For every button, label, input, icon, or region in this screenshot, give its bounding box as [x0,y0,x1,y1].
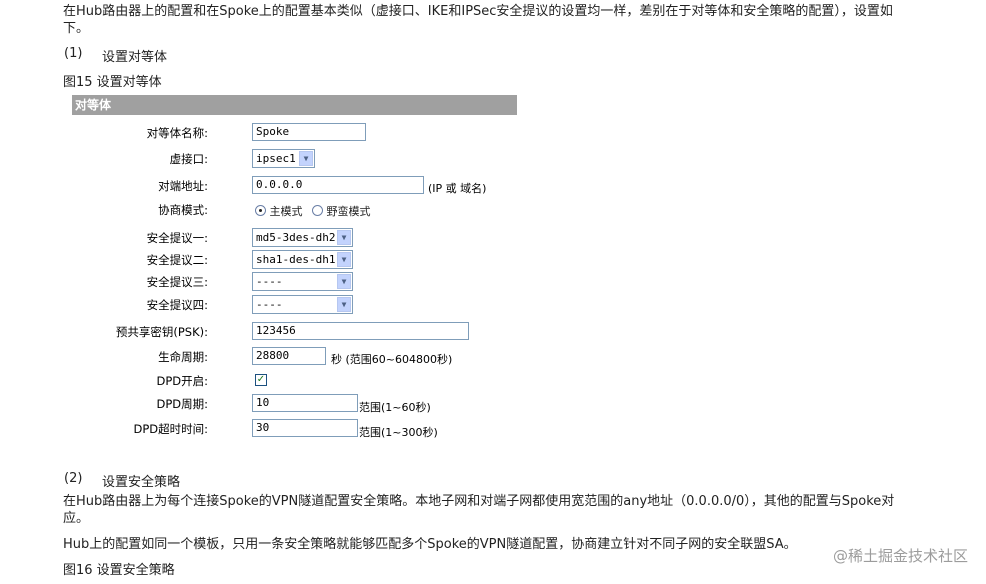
proposal-1-value: md5-3des-dh2 [256,231,336,244]
psk-input[interactable]: 123456 [252,322,469,340]
mode-main-label: 主模式 [269,205,303,218]
intro-line-1: 在Hub路由器上的配置和在Spoke上的配置基本类似（虚接口、IKE和IPSec… [63,4,893,19]
mode-radio-group: 主模式 野蛮模式 [255,203,371,219]
step-2-title: 设置安全策略 [102,475,181,490]
proposal-2-value: sha1-des-dh1 [256,253,336,266]
dpd-period-hint: 范围(1~60秒) [359,401,431,414]
chevron-down-icon[interactable]: ▼ [337,252,351,267]
intro-paragraph: 在Hub路由器上的配置和在Spoke上的配置基本类似（虚接口、IKE和IPSec… [63,3,968,37]
radio-aggressive-mode[interactable] [312,205,323,216]
peer-name-input[interactable]: Spoke [252,123,366,141]
proposal-2-label: 安全提议二: [146,253,208,267]
dpd-period-input[interactable]: 10 [252,394,358,412]
step-1-title: 设置对等体 [102,50,168,65]
dpd-enable-label: DPD开启: [156,374,208,388]
chevron-down-icon[interactable]: ▼ [337,297,351,312]
paragraph-2-line-1: 在Hub路由器上为每个连接Spoke的VPN隧道配置安全策略。本地子网和对端子网… [63,494,895,509]
dpd-enable-checkbox[interactable]: ✓ [255,374,267,386]
step-2-number: (2) [64,471,83,486]
check-icon: ✓ [256,374,266,385]
remote-addr-label: 对端地址: [158,179,208,193]
virtual-if-label: 虚接口: [169,152,208,166]
proposal-2-select[interactable]: sha1-des-dh1 ▼ [252,250,353,269]
lifetime-label: 生命周期: [158,350,208,364]
proposal-4-value: ---- [256,298,283,311]
watermark: @稀土掘金技术社区 [832,547,968,565]
figure-16-caption: 图16 设置安全策略 [63,563,175,578]
radio-main-mode[interactable] [255,205,266,216]
virtual-if-select[interactable]: ipsec1 ▼ [252,149,315,168]
remote-addr-input[interactable]: 0.0.0.0 [252,176,424,194]
proposal-3-select[interactable]: ---- ▼ [252,272,353,291]
chevron-down-icon[interactable]: ▼ [337,230,351,245]
step-1-number: (1) [64,46,83,61]
proposal-3-label: 安全提议三: [146,275,208,289]
intro-line-2: 下。 [63,21,90,36]
lifetime-input[interactable]: 28800 [252,347,326,365]
dpd-timeout-label: DPD超时时间: [133,422,208,436]
paragraph-2-line-2: 应。 [63,511,90,526]
proposal-1-select[interactable]: md5-3des-dh2 ▼ [252,228,353,247]
proposal-4-label: 安全提议四: [146,298,208,312]
figure-15-caption: 图15 设置对等体 [63,75,162,90]
proposal-3-value: ---- [256,275,283,288]
psk-label: 预共享密钥(PSK): [115,325,208,339]
chevron-down-icon[interactable]: ▼ [337,274,351,289]
virtual-if-value: ipsec1 [256,152,296,165]
chevron-down-icon[interactable]: ▼ [299,151,313,166]
dpd-timeout-hint: 范围(1~300秒) [359,426,438,439]
panel-header: 对等体 [72,95,517,115]
peer-name-label: 对等体名称: [146,126,208,140]
proposal-1-label: 安全提议一: [146,231,208,245]
dpd-timeout-input[interactable]: 30 [252,419,358,437]
paragraph-2: 在Hub路由器上为每个连接Spoke的VPN隧道配置安全策略。本地子网和对端子网… [63,493,968,527]
lifetime-hint: 秒 (范围60~604800秒) [331,353,453,366]
remote-addr-hint: (IP 或 域名) [428,182,487,195]
mode-label: 协商模式: [158,203,208,217]
mode-aggressive-label: 野蛮模式 [326,205,371,218]
proposal-4-select[interactable]: ---- ▼ [252,295,353,314]
dpd-period-label: DPD周期: [156,397,208,411]
